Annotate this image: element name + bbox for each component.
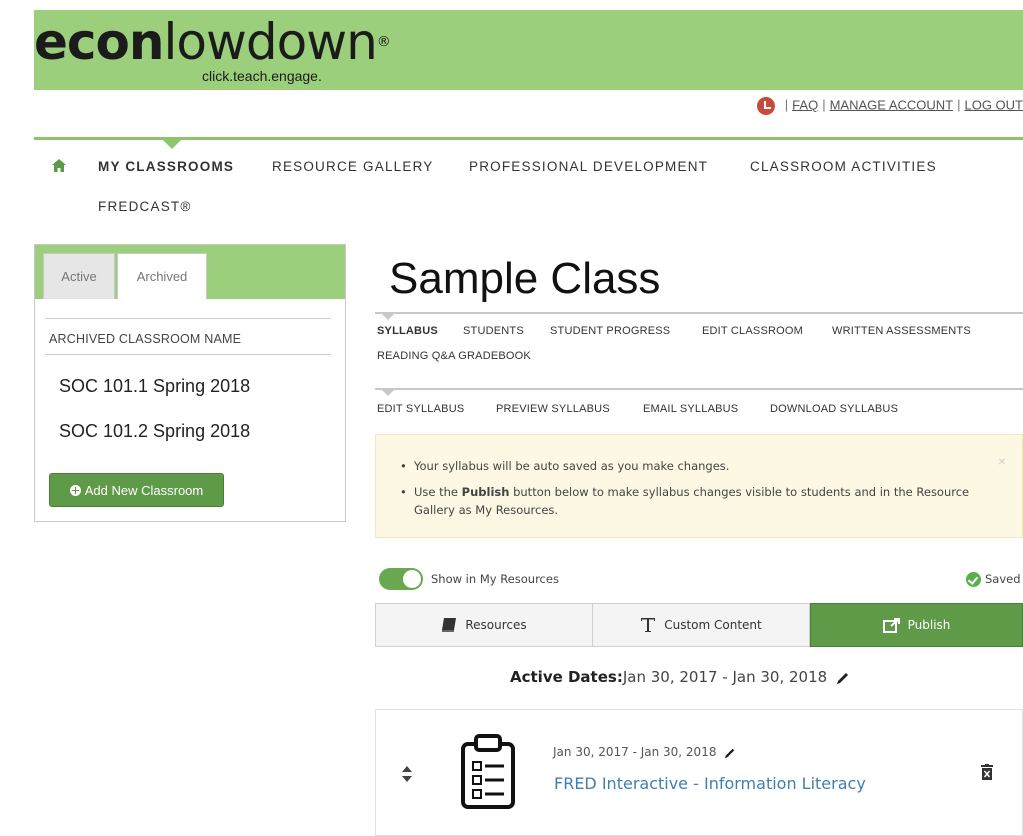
class-tab-written-assessments[interactable]: WRITTEN ASSESSMENTS bbox=[832, 325, 971, 337]
classroom-item[interactable]: SOC 101.1 Spring 2018 bbox=[59, 376, 250, 397]
nav-active-indicator bbox=[163, 140, 181, 149]
resource-title-link[interactable]: FRED Interactive - Information Literacy bbox=[554, 774, 866, 793]
log-out-link[interactable]: LOG OUT bbox=[964, 97, 1023, 112]
preview-syllabus-link[interactable]: PREVIEW SYLLABUS bbox=[496, 403, 610, 415]
classroom-item[interactable]: SOC 101.2 Spring 2018 bbox=[59, 421, 250, 442]
trash-icon[interactable] bbox=[981, 764, 993, 780]
show-in-resources-toggle[interactable] bbox=[379, 568, 423, 590]
email-syllabus-link[interactable]: EMAIL SYLLABUS bbox=[643, 403, 738, 415]
toggle-label: Show in My Resources bbox=[431, 572, 559, 586]
account-links: | FAQ | MANAGE ACCOUNT | LOG OUT bbox=[756, 97, 1023, 115]
share-icon bbox=[882, 617, 900, 633]
class-tab-reading-gradebook[interactable]: READING Q&A GRADEBOOK bbox=[377, 350, 531, 362]
class-tab-students[interactable]: STUDENTS bbox=[463, 325, 524, 337]
clipboard-icon bbox=[461, 734, 515, 809]
autosave-alert: • Your syllabus will be auto saved as you… bbox=[375, 434, 1023, 538]
clock-icon[interactable] bbox=[756, 97, 775, 115]
class-tab-student-progress[interactable]: STUDENT PROGRESS bbox=[550, 325, 670, 337]
logo-wordmark: econlowdown® bbox=[34, 13, 391, 71]
site-logo[interactable]: econlowdown® click.teach.engage. bbox=[34, 10, 434, 90]
publish-button[interactable]: Publish bbox=[810, 603, 1023, 647]
nav-divider bbox=[34, 137, 1023, 140]
pencil-icon[interactable] bbox=[724, 747, 736, 759]
nav-fredcast[interactable]: FREDCAST® bbox=[98, 199, 192, 214]
sort-handle-icon[interactable] bbox=[402, 766, 412, 782]
saved-status: Saved bbox=[966, 572, 1021, 587]
page-title: Sample Class bbox=[389, 254, 661, 303]
logo-tagline: click.teach.engage. bbox=[202, 68, 322, 84]
nav-professional-development[interactable]: PROFESSIONAL DEVELOPMENT bbox=[469, 159, 708, 174]
home-icon[interactable] bbox=[52, 159, 66, 172]
nav-my-classrooms[interactable]: MY CLASSROOMS bbox=[98, 159, 234, 174]
class-tab-edit-classroom[interactable]: EDIT CLASSROOM bbox=[702, 325, 803, 337]
classroom-list-panel: Active Archived ARCHIVED CLASSROOM NAME … bbox=[34, 244, 346, 522]
divider bbox=[45, 354, 331, 355]
add-new-classroom-button[interactable]: Add New Classroom bbox=[49, 473, 224, 507]
nav-classroom-activities[interactable]: CLASSROOM ACTIVITIES bbox=[750, 159, 937, 174]
class-nav-indicator bbox=[382, 314, 394, 320]
close-icon[interactable]: × bbox=[998, 453, 1006, 469]
syllabus-nav-indicator bbox=[382, 390, 394, 396]
class-tab-syllabus[interactable]: SYLLABUS bbox=[377, 325, 438, 337]
custom-content-button[interactable]: Custom Content bbox=[593, 603, 810, 647]
faq-link[interactable]: FAQ bbox=[792, 97, 818, 112]
nav-resource-gallery[interactable]: RESOURCE GALLERY bbox=[272, 159, 434, 174]
resources-button[interactable]: Resources bbox=[375, 603, 593, 647]
syllabus-nav-divider bbox=[375, 388, 1023, 390]
book-icon bbox=[442, 618, 457, 632]
tab-active[interactable]: Active bbox=[43, 253, 115, 299]
class-nav-divider bbox=[375, 312, 1023, 314]
manage-account-link[interactable]: MANAGE ACCOUNT bbox=[830, 97, 954, 112]
check-circle-icon bbox=[966, 572, 981, 587]
download-syllabus-link[interactable]: DOWNLOAD SYLLABUS bbox=[770, 403, 898, 415]
divider bbox=[45, 318, 331, 319]
resource-dates: Jan 30, 2017 - Jan 30, 2018 bbox=[553, 745, 736, 759]
text-icon bbox=[641, 618, 656, 632]
tab-archived[interactable]: Archived bbox=[117, 253, 207, 299]
plus-circle-icon bbox=[69, 484, 81, 496]
archived-classroom-header: ARCHIVED CLASSROOM NAME bbox=[49, 332, 242, 346]
classroom-tabs: Active Archived bbox=[35, 245, 345, 299]
pencil-icon[interactable] bbox=[836, 671, 850, 685]
toggle-knob bbox=[403, 570, 421, 588]
active-dates: Active Dates:Jan 30, 2017 - Jan 30, 2018 bbox=[510, 668, 850, 686]
edit-syllabus-link[interactable]: EDIT SYLLABUS bbox=[377, 403, 464, 415]
